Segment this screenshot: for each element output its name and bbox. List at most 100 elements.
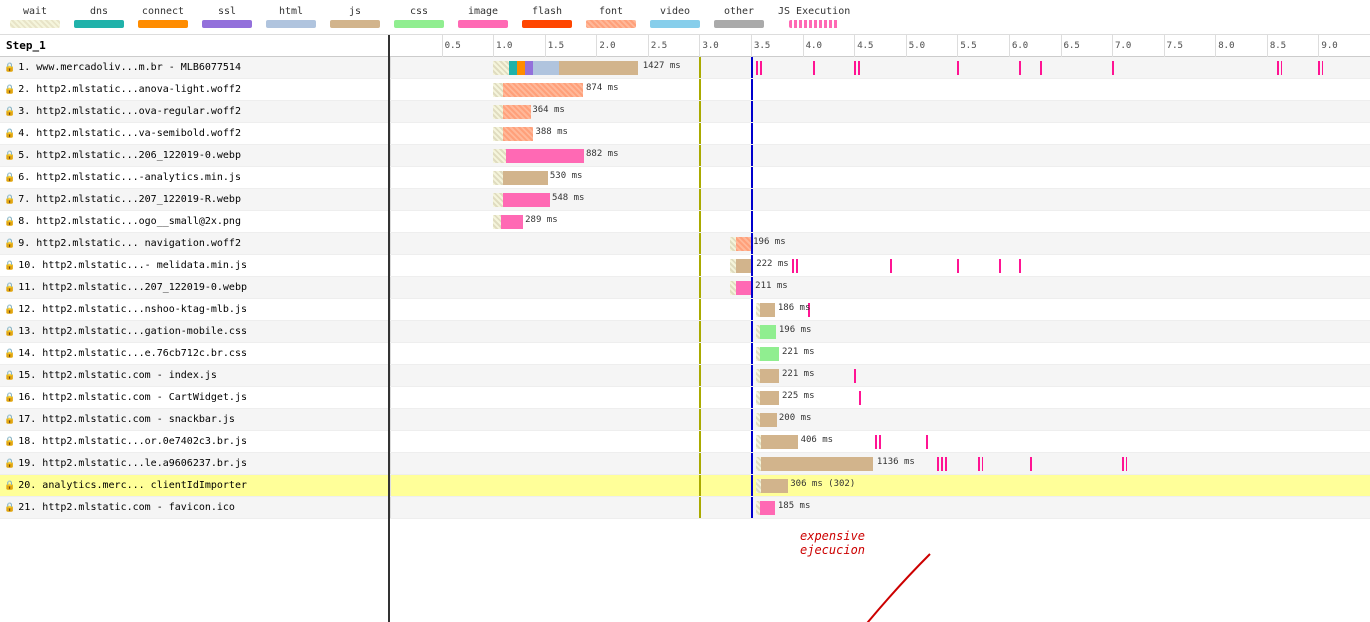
legend-js: js — [330, 6, 380, 28]
blue-vline — [751, 167, 753, 188]
js-exec-bar — [1040, 61, 1043, 75]
grid-line — [390, 277, 391, 298]
request-name-14: 14. http2.mlstatic...e.76cb712c.br.css — [18, 348, 247, 359]
legend-video: video — [650, 6, 700, 28]
js-exec-bar — [999, 259, 1002, 273]
request-row: 🔒7. http2.mlstatic...207_122019-R.webp — [0, 189, 388, 211]
request-name-5: 5. http2.mlstatic...206_122019-0.webp — [18, 150, 241, 161]
request-row: 🔒15. http2.mlstatic.com - index.js — [0, 365, 388, 387]
js-exec-bar — [978, 457, 983, 471]
timeline-tick-4.5: 4.5 — [854, 35, 873, 57]
waterfall-row-3: 364 ms — [390, 101, 1370, 123]
lock-icon-10: 🔒 — [4, 261, 15, 271]
timing-label-3: 364 ms — [532, 105, 565, 115]
blue-vline — [751, 255, 753, 276]
request-row-highlighted-20: 🔒20. analytics.merc... clientIdImporter — [0, 475, 388, 497]
request-row: 🔒6. http2.mlstatic...-analytics.min.js — [0, 167, 388, 189]
timing-label-20: 306 ms (302) — [790, 479, 855, 489]
timeline-tick-3.0: 3.0 — [699, 35, 718, 57]
yellow-vline — [699, 277, 701, 298]
js-exec-bar — [1019, 259, 1022, 273]
legend-bar-js — [330, 20, 380, 28]
request-row: 🔒9. http2.mlstatic... navigation.woff2 — [0, 233, 388, 255]
waterfall-row-14: 221 ms — [390, 343, 1370, 365]
timing-label-19: 1136 ms — [877, 457, 915, 467]
grid-line — [390, 453, 391, 474]
js-exec-bar — [854, 369, 857, 383]
timeline-tick-7.0: 7.0 — [1112, 35, 1131, 57]
bar-js — [760, 303, 775, 317]
request-row: 🔒18. http2.mlstatic...or.0e7402c3.br.js — [0, 431, 388, 453]
right-panel: 0.51.01.52.02.53.03.54.04.55.05.56.06.57… — [390, 35, 1370, 622]
request-name-15: 15. http2.mlstatic.com - index.js — [18, 370, 217, 381]
lock-icon-17: 🔒 — [4, 415, 15, 425]
step-label: Step_1 — [6, 39, 46, 52]
legend-flash: flash — [522, 6, 572, 28]
request-name-18: 18. http2.mlstatic...or.0e7402c3.br.js — [18, 436, 247, 447]
js-exec-bar — [813, 61, 817, 75]
lock-icon-1: 🔒 — [4, 63, 15, 73]
blue-vline — [751, 365, 753, 386]
bar-image — [501, 215, 523, 229]
timing-label-8: 289 ms — [525, 215, 558, 225]
blue-vline — [751, 277, 753, 298]
bar-js — [559, 61, 637, 75]
yellow-vline — [699, 475, 701, 496]
blue-vline — [751, 299, 753, 320]
lock-icon-8: 🔒 — [4, 217, 15, 227]
timeline-tick-6.5: 6.5 — [1061, 35, 1080, 57]
bar-image — [503, 193, 549, 207]
js-exec-bar — [1318, 61, 1322, 75]
blue-vline — [751, 343, 753, 364]
legend-image: image — [458, 6, 508, 28]
request-row: 🔒1. www.mercadoliv...m.br - MLB6077514 — [0, 57, 388, 79]
yellow-vline — [699, 409, 701, 430]
bar-image — [506, 149, 585, 163]
bar-font — [736, 237, 751, 251]
lock-icon-3: 🔒 — [4, 107, 15, 117]
waterfall-row-16: 225 ms — [390, 387, 1370, 409]
request-row: 🔒14. http2.mlstatic...e.76cb712c.br.css — [0, 343, 388, 365]
js-exec-bar — [875, 435, 881, 449]
waterfall-row-4: 388 ms — [390, 123, 1370, 145]
request-name-10: 10. http2.mlstatic...- melidata.min.js — [18, 260, 247, 271]
bar-wait — [493, 105, 503, 119]
request-row: 🔒21. http2.mlstatic.com - favicon.ico — [0, 497, 388, 519]
yellow-vline — [699, 211, 701, 232]
yellow-vline — [699, 321, 701, 342]
bar-dns — [509, 61, 517, 75]
request-row: 🔒11. http2.mlstatic...207_122019-0.webp — [0, 277, 388, 299]
timing-label-4: 388 ms — [535, 127, 568, 137]
bar-css — [760, 347, 779, 361]
waterfall-row-21: 185 ms — [390, 497, 1370, 519]
legend-bar-wait — [10, 20, 60, 28]
timeline-tick-5.5: 5.5 — [957, 35, 976, 57]
legend-row: wait dns connect ssl html js css image — [0, 0, 1370, 35]
bar-css — [760, 325, 776, 339]
timeline-tick-1.0: 1.0 — [493, 35, 512, 57]
bar-wait — [493, 215, 501, 229]
bar-font — [503, 105, 530, 119]
waterfall-area: 1427 ms874 ms364 ms388 ms882 ms530 ms548… — [390, 57, 1370, 519]
timing-label-15: 221 ms — [782, 369, 815, 379]
lock-icon-20: 🔒 — [4, 481, 15, 491]
request-row: 🔒4. http2.mlstatic...va-semibold.woff2 — [0, 123, 388, 145]
timeline-tick-7.5: 7.5 — [1164, 35, 1183, 57]
main-container: wait dns connect ssl html js css image — [0, 0, 1370, 622]
lock-icon-15: 🔒 — [4, 371, 15, 381]
timeline-tick-2.5: 2.5 — [648, 35, 667, 57]
blue-vline — [751, 79, 753, 100]
request-name-4: 4. http2.mlstatic...va-semibold.woff2 — [18, 128, 241, 139]
grid-line — [390, 189, 391, 210]
lock-icon-6: 🔒 — [4, 173, 15, 183]
waterfall-row-19: 1136 ms — [390, 453, 1370, 475]
bar-connect — [517, 61, 525, 75]
waterfall-row-1: 1427 ms — [390, 57, 1370, 79]
request-name-8: 8. http2.mlstatic...ogo__small@2x.png — [18, 216, 241, 227]
blue-vline — [751, 409, 753, 430]
bar-js — [761, 457, 873, 471]
js-exec-bar — [937, 457, 947, 471]
request-row: 🔒16. http2.mlstatic.com - CartWidget.js — [0, 387, 388, 409]
lock-icon-11: 🔒 — [4, 283, 15, 293]
lock-icon-21: 🔒 — [4, 503, 15, 513]
